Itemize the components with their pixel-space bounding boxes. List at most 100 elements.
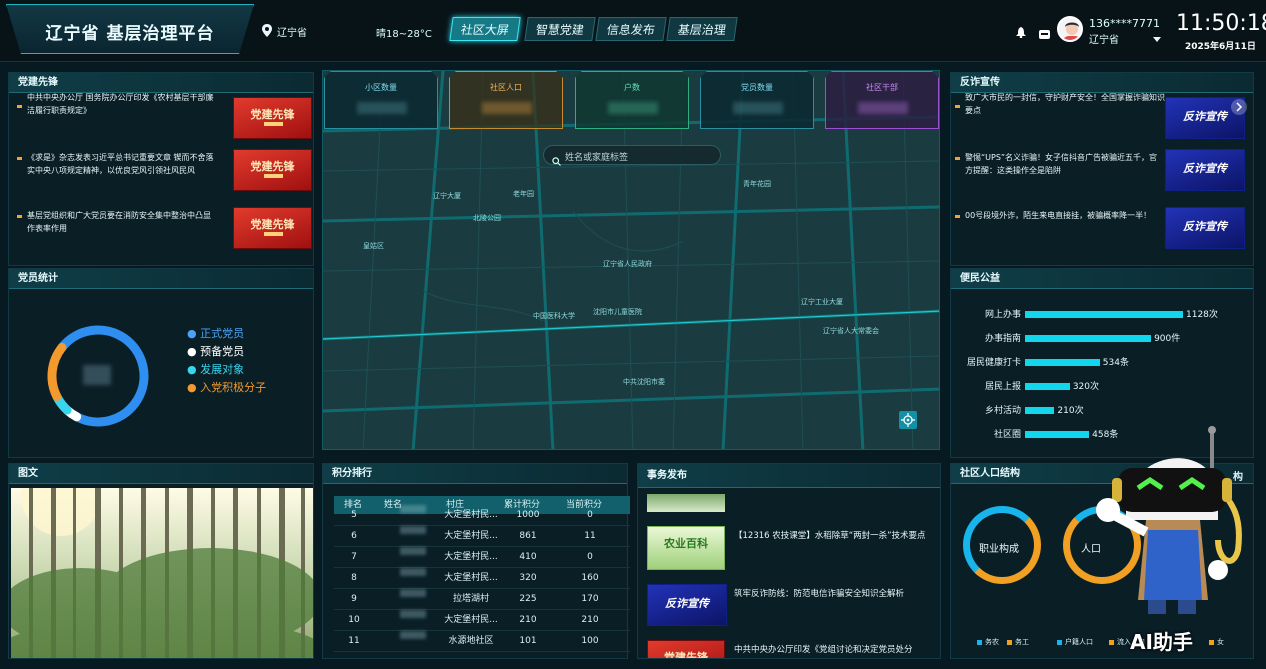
news-title[interactable]: 00号段境外诈，陌生来电直接挂，被骗概率降一半！ xyxy=(965,209,1165,222)
affair-item[interactable]: 反诈宣传 筑牢反诈防线：防范电信诈骗安全知识全解析 xyxy=(646,584,940,634)
news-item[interactable]: 《求是》杂志发表习近平总书记重要文章 锲而不舍落实中央八项规定精神，以优良党风引… xyxy=(17,149,313,204)
news-item[interactable]: 基层党组织和广大党员要在消防安全集中整治中凸显作表率作用 党建先锋 xyxy=(17,207,313,262)
cell-current: 210 xyxy=(581,615,599,625)
donut-segment xyxy=(47,342,67,401)
tab-info-publish[interactable]: 信息发布 xyxy=(595,17,667,41)
legend-development-target: ● 发展对象 xyxy=(187,361,244,377)
bullet-marker xyxy=(955,157,960,160)
affair-thumbnail-top[interactable] xyxy=(647,494,725,512)
news-title[interactable]: 基层党组织和广大党员要在消防安全集中整治中凸显作表率作用 xyxy=(27,209,217,235)
blurred-name xyxy=(400,589,426,597)
panel-title: 图文 xyxy=(9,464,313,484)
affair-title[interactable]: 中共中央办公厅印发《党组讨论和决定党员处分 xyxy=(734,644,938,657)
bullet-marker xyxy=(17,105,22,108)
affair-title[interactable]: 筑牢反诈防线：防范电信诈骗安全知识全解析 xyxy=(734,588,938,601)
cell-total: 101 xyxy=(519,636,537,646)
user-phone: 136****7771 xyxy=(1089,17,1160,30)
legend-dot: ● xyxy=(187,327,201,340)
news-title[interactable]: 中共中央办公厅 国务院办公厅印发《农村基层干部廉洁履行职责规定》 xyxy=(27,91,217,117)
news-item[interactable]: 中共中央办公厅 国务院办公厅印发《农村基层干部廉洁履行职责规定》 党建先锋 xyxy=(17,93,313,152)
affair-thumbnail[interactable]: 反诈宣传 xyxy=(647,584,727,626)
map-label: 青年花园 xyxy=(743,180,771,188)
carousel-next-button[interactable] xyxy=(1231,99,1247,115)
stat-card-party-members[interactable]: 党员数量 xyxy=(700,71,814,129)
legend-dot: ● xyxy=(187,345,201,358)
news-title[interactable]: 警惕“UPS”名义诈骗！女子信抖音广告被骗近五千，官方提醒：这类操作全是陷阱 xyxy=(965,151,1165,177)
map-label: 辽宁省人大常委会 xyxy=(823,327,879,335)
legend-label: 发展对象 xyxy=(200,363,245,376)
service-bar-row: 居民上报 320次 xyxy=(951,379,1251,393)
panel-title: 积分排行 xyxy=(323,464,627,484)
stat-label: 社区干部 xyxy=(866,83,898,92)
map-label: 皇姑区 xyxy=(363,242,384,250)
affair-item[interactable]: 党建先锋 中共中央办公厅印发《党组讨论和决定党员处分 xyxy=(646,640,940,659)
affair-thumbnail[interactable]: 农业百科 xyxy=(647,526,725,570)
party-pioneer-panel: 党建先锋 中共中央办公厅 国务院办公厅印发《农村基层干部廉洁履行职责规定》 党建… xyxy=(8,72,314,266)
news-item[interactable]: 致广大市民的一封信，守护财产安全！全国掌握诈骗知识要点 反诈宣传 xyxy=(955,93,1253,152)
member-stats-panel: 党员统计 ● 正式党员 ● 预备党员 ● 发展对象 ● 入党积极分子 xyxy=(8,268,314,458)
stat-card-population[interactable]: 社区人口 xyxy=(449,71,563,129)
thumbnail-text: 党建先锋 xyxy=(250,160,295,173)
location-label[interactable]: 辽宁省 xyxy=(277,24,307,39)
message-icon[interactable] xyxy=(1039,24,1050,39)
affair-thumbnail[interactable]: 党建先锋 xyxy=(647,640,725,659)
map-label: 辽宁大厦 xyxy=(433,192,461,200)
news-thumbnail[interactable]: 党建先锋 xyxy=(233,149,312,191)
top-header: 辽宁省 基层治理平台 辽宁省 晴18~28°C 社区大屏 智慧党建 信息发布 基… xyxy=(0,0,1266,62)
stat-card-communities[interactable]: 小区数量 xyxy=(324,71,438,129)
user-region: 辽宁省 xyxy=(1089,35,1119,46)
forest-photo[interactable] xyxy=(11,488,313,658)
news-thumbnail[interactable]: 党建先锋 xyxy=(233,207,312,249)
platform-title-plate: 辽宁省 基层治理平台 xyxy=(6,4,254,54)
avatar[interactable] xyxy=(1057,16,1083,42)
news-thumbnail[interactable]: 反诈宣传 xyxy=(1165,207,1245,249)
blurred-name xyxy=(400,631,426,639)
affairs-panel: 事务发布 农业百科 【12316 农技课堂】水稻除草“两封一杀”技术要点 反诈宣… xyxy=(637,463,941,659)
map-label: 中共沈阳市委 xyxy=(623,378,665,386)
clock-date: 2025年6月11日 xyxy=(1185,42,1256,52)
news-thumbnail[interactable]: 反诈宣传 xyxy=(1165,149,1245,191)
blurred-name xyxy=(400,568,426,576)
news-item[interactable]: 00号段境外诈，陌生来电直接挂，被骗概率降一半！ 反诈宣传 xyxy=(955,207,1253,262)
map-label: 老年园 xyxy=(513,190,534,198)
thumbnail-text: 党建先锋 xyxy=(250,218,295,231)
stat-card-cadres[interactable]: 社区干部 xyxy=(825,71,939,129)
bell-icon[interactable] xyxy=(1016,23,1026,39)
table-row: 5 大定堡村民... 1000 0 xyxy=(334,505,630,526)
cell-total: 210 xyxy=(519,615,537,625)
stat-card-households[interactable]: 户数 xyxy=(575,71,689,129)
bar-value-label: 900件 xyxy=(1154,334,1181,344)
tab-grassroots-governance[interactable]: 基层治理 xyxy=(666,17,738,41)
ai-assistant-widget[interactable]: AI助手 xyxy=(1068,420,1258,660)
search-placeholder: 姓名或家庭标签 xyxy=(565,153,629,163)
tab-smart-party[interactable]: 智慧党建 xyxy=(524,17,596,41)
stat-value-blurred xyxy=(608,102,658,114)
cell-current: 0 xyxy=(587,552,593,562)
cell-rank: 9 xyxy=(351,594,357,604)
cell-current: 160 xyxy=(581,573,599,583)
bar-value-label: 210次 xyxy=(1057,406,1084,416)
thumbnail-ribbon xyxy=(264,122,283,126)
bar-category-label: 居民上报 xyxy=(984,382,1021,392)
locate-button[interactable] xyxy=(899,411,917,429)
news-title[interactable]: 《求是》杂志发表习近平总书记重要文章 锲而不舍落实中央八项规定精神，以优良党风引… xyxy=(27,151,217,177)
blurred-name xyxy=(400,547,426,555)
map-label: 沈阳市儿童医院 xyxy=(593,308,642,316)
affair-title[interactable]: 【12316 农技课堂】水稻除草“两封一杀”技术要点 xyxy=(734,530,938,543)
news-item[interactable]: 警惕“UPS”名义诈骗！女子信抖音广告被骗近五千，官方提醒：这类操作全是陷阱 反… xyxy=(955,149,1253,204)
bar-category-label: 网上办事 xyxy=(984,310,1021,320)
tab-community-screen[interactable]: 社区大屏 xyxy=(449,17,521,41)
news-title[interactable]: 致广大市民的一封信，守护财产安全！全国掌握诈骗知识要点 xyxy=(965,91,1165,117)
cell-total: 861 xyxy=(519,531,537,541)
service-bar-row: 居民健康打卡 534条 xyxy=(951,355,1251,369)
bar-value-label: 1128次 xyxy=(1186,310,1218,320)
bar-value-label: 320次 xyxy=(1072,382,1099,392)
map-search-box[interactable]: 姓名或家庭标签 xyxy=(543,145,721,166)
thumbnail-text: 党建先锋 xyxy=(664,651,708,659)
bar-category-label: 办事指南 xyxy=(984,334,1021,344)
news-thumbnail[interactable]: 党建先锋 xyxy=(233,97,312,139)
ai-assistant-label[interactable]: AI助手 xyxy=(1130,626,1193,655)
user-menu-chevron-down-icon[interactable] xyxy=(1153,27,1161,42)
cell-total: 1000 xyxy=(516,510,540,520)
affair-item[interactable]: 农业百科 【12316 农技课堂】水稻除草“两封一杀”技术要点 xyxy=(646,526,940,576)
